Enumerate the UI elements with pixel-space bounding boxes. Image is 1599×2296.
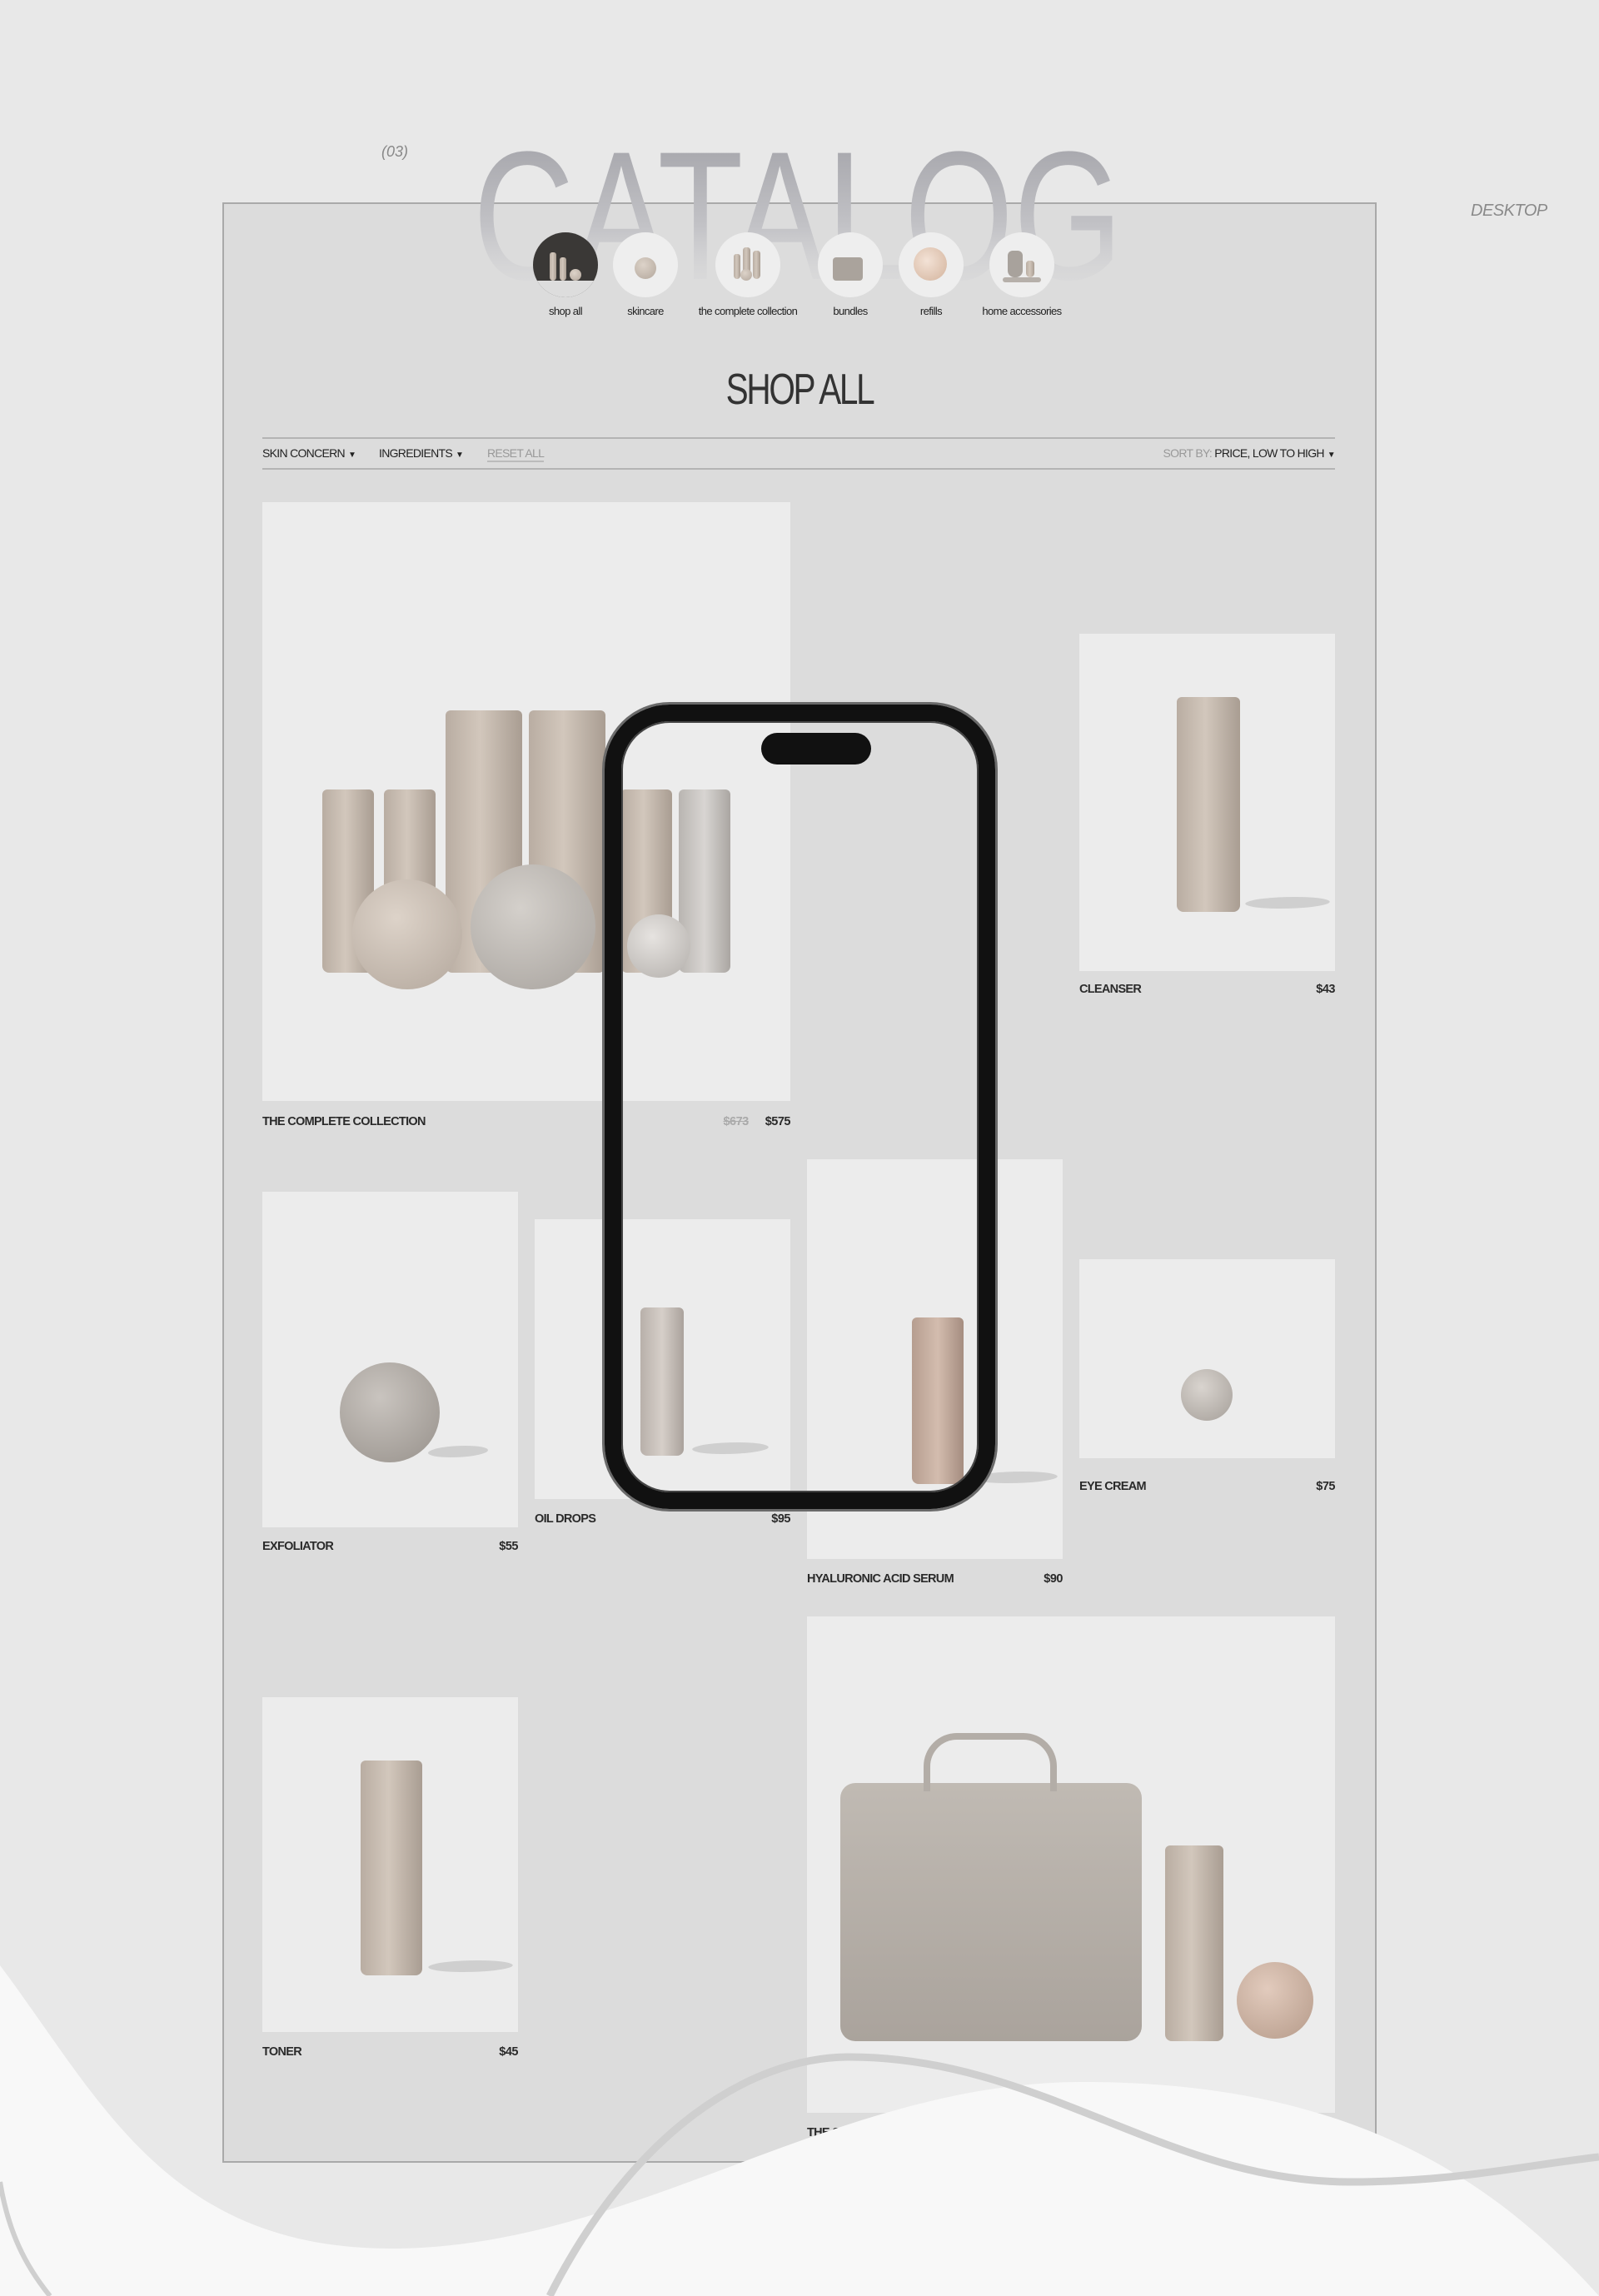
product-card-exfoliator[interactable]: EXFOLIATOR $55 bbox=[262, 1192, 518, 1562]
dropdown-arrow-icon: ▼ bbox=[455, 451, 464, 460]
category-thumbnail bbox=[899, 232, 964, 297]
filter-divider-top bbox=[262, 437, 1335, 439]
product-card-eye-cream[interactable]: EYE CREAM $75 bbox=[1079, 1259, 1335, 1501]
dynamic-island bbox=[761, 733, 871, 765]
category-home-accessories[interactable]: home accessories bbox=[964, 232, 1080, 317]
category-skincare[interactable]: skincare bbox=[587, 232, 704, 317]
product-image bbox=[262, 1192, 518, 1527]
product-card-toner[interactable]: TONER $45 bbox=[262, 1697, 518, 2068]
category-thumbnail bbox=[989, 232, 1054, 297]
phone-mockup bbox=[605, 705, 995, 1509]
category-complete-collection[interactable]: the complete collection bbox=[690, 232, 806, 317]
ingredients-filter[interactable]: INGREDIENTS ▼ bbox=[379, 446, 464, 460]
product-image bbox=[807, 1616, 1335, 2113]
filter-divider-bottom bbox=[262, 468, 1335, 470]
product-card-starter-bundle[interactable]: THE STARTER BUNDLE bbox=[807, 1616, 1335, 2149]
sort-dropdown[interactable]: SORT BY: PRICE, LOW TO HIGH ▼ bbox=[1163, 446, 1336, 460]
product-image bbox=[1079, 1259, 1335, 1458]
skin-concern-filter[interactable]: SKIN CONCERN ▼ bbox=[262, 446, 356, 460]
dropdown-arrow-icon: ▼ bbox=[1327, 451, 1336, 460]
page-title: SHOP ALL bbox=[725, 366, 875, 414]
viewport-label: DESKTOP bbox=[1471, 202, 1547, 220]
dropdown-arrow-icon: ▼ bbox=[347, 451, 356, 460]
product-card-cleanser[interactable]: CLEANSER $43 bbox=[1079, 634, 1335, 1004]
category-thumbnail bbox=[613, 232, 678, 297]
reset-all-button[interactable]: RESET ALL bbox=[487, 446, 545, 462]
product-image bbox=[262, 1697, 518, 2032]
product-image bbox=[1079, 634, 1335, 971]
section-index: (03) bbox=[381, 143, 409, 160]
category-thumbnail bbox=[715, 232, 780, 297]
